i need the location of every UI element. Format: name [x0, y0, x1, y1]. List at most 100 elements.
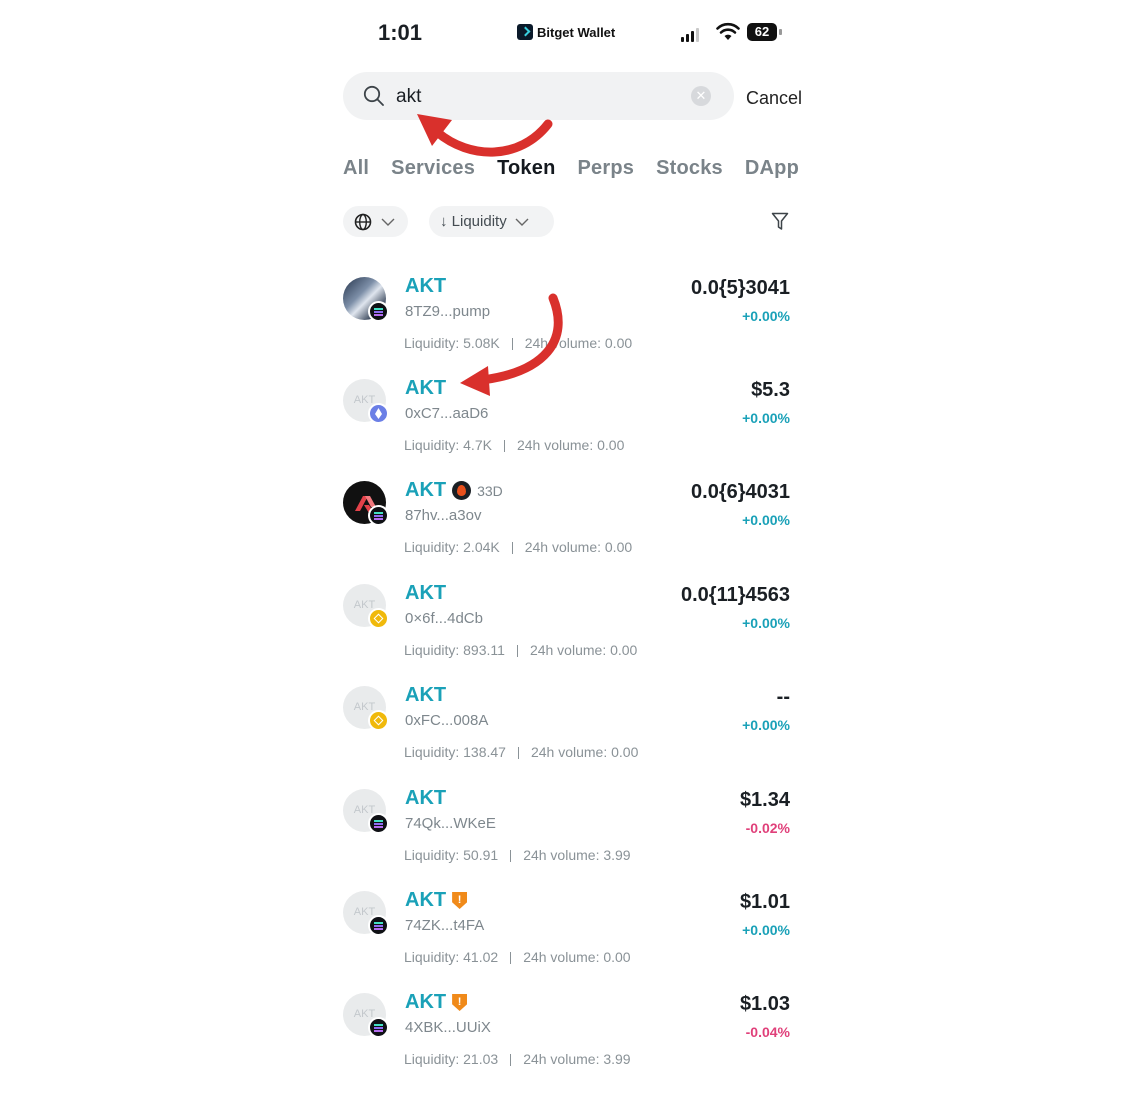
price-change: -0.04% [745, 1024, 790, 1040]
liquidity-value: Liquidity: 21.03 [404, 1051, 499, 1067]
token-row[interactable]: AKT AKT 0xFC...008A Liquidity: 138.47 24h… [343, 684, 793, 788]
volume-value: 24h volume: 0.00 [529, 642, 638, 658]
token-price: $1.01 [739, 891, 790, 913]
volume-value: 24h volume: 0.00 [524, 539, 633, 555]
token-stats: Liquidity: 21.03 24h volume: 3.99 [404, 1051, 631, 1067]
tab-perps[interactable]: Perps [578, 157, 635, 180]
solana-chain-icon [368, 1017, 389, 1038]
network-filter-button[interactable] [343, 206, 408, 237]
token-row[interactable]: AKT 33D 87hv...a3ov Liquidity: 2.04K 24h v… [343, 479, 793, 583]
token-symbol: AKT [405, 787, 447, 809]
volume-value: 24h volume: 3.99 [523, 847, 631, 863]
liquidity-value: Liquidity: 893.11 [404, 642, 505, 658]
battery-indicator: 62 [747, 23, 777, 41]
liquidity-value: Liquidity: 5.08K [404, 335, 500, 351]
sort-label: ↓ Liquidity [440, 213, 507, 230]
token-address: 4XBK...UUiX [405, 1019, 491, 1036]
shield-warning-icon: ! [452, 892, 468, 909]
token-price: -- [776, 686, 790, 708]
token-symbol: AKT [405, 684, 447, 706]
token-row[interactable]: AKT AKT 74Qk...WKeE Liquidity: 50.91 24h … [343, 787, 793, 891]
token-row[interactable]: AKT AKT! 74ZK...t4FA Liquidity: 41.02 24h… [343, 889, 793, 993]
status-time: 1:01 [378, 20, 423, 45]
app-name: Bitget Wallet [537, 24, 616, 40]
volume-value: 24h volume: 0.00 [524, 335, 633, 351]
token-price: $5.3 [751, 379, 790, 401]
token-address: 0×6f...4dCb [405, 610, 483, 627]
token-symbol: AKT [405, 377, 447, 399]
bitget-logo-icon [517, 24, 533, 40]
token-age: 33D [477, 483, 503, 499]
token-row[interactable]: AKT 8TZ9...pump Liquidity: 5.08K 24h volu… [343, 275, 793, 379]
solana-chain-icon [368, 915, 389, 936]
token-address: 0xFC...008A [405, 712, 489, 729]
token-stats: Liquidity: 4.7K 24h volume: 0.00 [404, 437, 624, 453]
volume-value: 24h volume: 0.00 [530, 744, 639, 760]
wifi-icon [716, 22, 740, 40]
battery-cap [779, 29, 782, 35]
volume-value: 24h volume: 0.00 [523, 949, 631, 965]
search-input[interactable] [396, 84, 676, 110]
price-change: +0.00% [742, 922, 790, 938]
token-price: $1.03 [739, 993, 790, 1015]
token-address: 8TZ9...pump [405, 303, 491, 320]
price-change: +0.00% [742, 512, 790, 528]
chevron-down-icon [381, 218, 395, 226]
token-stats: Liquidity: 893.11 24h volume: 0.00 [404, 642, 637, 658]
tab-stocks[interactable]: Stocks [656, 157, 723, 180]
token-symbol: AKT! [405, 991, 468, 1014]
token-row[interactable]: AKT AKT! 4XBK...UUiX Liquidity: 21.03 24h… [343, 991, 793, 1095]
token-stats: Liquidity: 138.47 24h volume: 0.00 [404, 744, 638, 760]
token-symbol: AKT [405, 275, 447, 297]
chevron-down-icon [515, 218, 529, 226]
price-change: +0.00% [742, 615, 790, 631]
tab-dapp[interactable]: DApp [745, 157, 799, 180]
shield-warning-icon: ! [452, 994, 468, 1011]
search-icon [363, 85, 384, 106]
liquidity-value: Liquidity: 41.02 [404, 949, 499, 965]
funnel-icon[interactable] [771, 212, 789, 231]
price-change: +0.00% [742, 410, 790, 426]
liquidity-value: Liquidity: 2.04K [404, 539, 500, 555]
solana-chain-icon [368, 813, 389, 834]
token-price: $1.34 [739, 789, 790, 811]
category-tabs: All Services Token Perps Stocks DApp [343, 157, 816, 187]
token-address: 74Qk...WKeE [405, 815, 496, 832]
token-stats: Liquidity: 50.91 24h volume: 3.99 [404, 847, 631, 863]
bnb-chain-icon [368, 710, 389, 731]
flame-icon [452, 481, 472, 500]
token-symbol: AKT! [405, 889, 468, 912]
clear-search-icon[interactable]: ✕ [691, 86, 711, 106]
token-stats: Liquidity: 2.04K 24h volume: 0.00 [404, 539, 632, 555]
token-symbol: AKT [405, 582, 447, 604]
app-brand: Bitget Wallet [517, 24, 615, 40]
token-price: 0.0{11}4563 [680, 584, 790, 606]
solana-chain-icon [368, 505, 389, 526]
price-change: +0.00% [742, 717, 790, 733]
token-price: 0.0{5}3041 [691, 277, 790, 299]
price-change: +0.00% [742, 308, 790, 324]
volume-value: 24h volume: 0.00 [516, 437, 625, 453]
cancel-button[interactable]: Cancel [746, 88, 802, 109]
token-stats: Liquidity: 5.08K 24h volume: 0.00 [404, 335, 632, 351]
tab-services[interactable]: Services [391, 157, 475, 180]
token-stats: Liquidity: 41.02 24h volume: 0.00 [404, 949, 631, 965]
token-address: 87hv...a3ov [405, 507, 482, 524]
cellular-signal-icon [681, 26, 699, 42]
token-row[interactable]: AKT AKT 0×6f...4dCb Liquidity: 893.11 24h… [343, 582, 793, 686]
price-change: -0.02% [745, 820, 790, 836]
globe-icon [354, 213, 372, 230]
token-address: 0xC7...aaD6 [405, 405, 489, 422]
liquidity-value: Liquidity: 50.91 [404, 847, 499, 863]
liquidity-value: Liquidity: 4.7K [404, 437, 492, 453]
liquidity-value: Liquidity: 138.47 [404, 744, 506, 760]
token-symbol: AKT 33D [405, 479, 503, 501]
solana-chain-icon [368, 301, 389, 322]
volume-value: 24h volume: 3.99 [523, 1051, 631, 1067]
tab-all[interactable]: All [343, 157, 369, 180]
token-row[interactable]: AKT AKT 0xC7...aaD6 Liquidity: 4.7K 24h v… [343, 377, 793, 481]
token-address: 74ZK...t4FA [405, 917, 485, 934]
token-price: 0.0{6}4031 [691, 481, 790, 503]
sort-liquidity-button[interactable]: ↓ Liquidity [429, 206, 554, 237]
tab-token[interactable]: Token [497, 157, 555, 180]
